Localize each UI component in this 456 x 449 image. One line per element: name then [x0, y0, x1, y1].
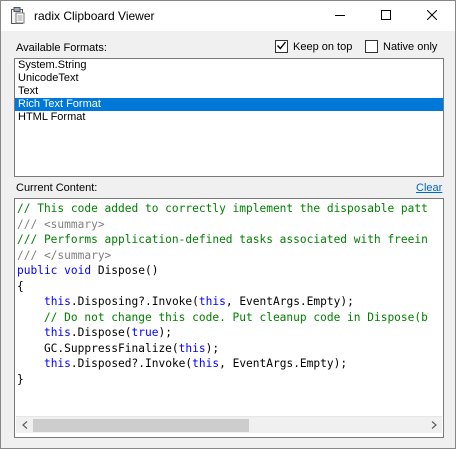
- code-token: /// </summary>: [17, 248, 112, 262]
- format-item[interactable]: Text: [15, 85, 443, 98]
- minimize-icon: [335, 10, 345, 23]
- code-line: {: [17, 279, 442, 295]
- code-token: true: [131, 326, 159, 339]
- format-item[interactable]: System.String: [15, 59, 443, 72]
- code-line: /// <summary>: [17, 217, 442, 233]
- format-item[interactable]: UnicodeText: [15, 72, 443, 85]
- code-line: public void Dispose(): [17, 263, 442, 279]
- code-token: // This code added to correctly implemen…: [17, 202, 428, 215]
- code-line: this.Disposing?.Invoke(this, EventArgs.E…: [17, 294, 442, 310]
- code-line: /// Performs application-defined tasks a…: [17, 232, 442, 248]
- code-line: // This code added to correctly implemen…: [17, 201, 442, 217]
- window-title: radix Clipboard Viewer: [34, 9, 155, 23]
- scroll-left-arrow-icon: [21, 420, 28, 432]
- code-token: .Dispose(: [70, 326, 132, 339]
- scroll-left-button[interactable]: [16, 417, 33, 434]
- keep-on-top-check-box[interactable]: [275, 40, 288, 53]
- code-token: this: [43, 326, 71, 339]
- close-button[interactable]: [409, 1, 455, 31]
- code-token: Dispose(): [91, 264, 159, 277]
- code-token: , EventArgs.Empty);: [225, 295, 354, 308]
- code-token: }: [17, 372, 24, 386]
- close-icon: [426, 9, 438, 23]
- code-line: this.Disposed?.Invoke(this, EventArgs.Em…: [17, 356, 442, 372]
- code-line: // Do not change this code. Put cleanup …: [17, 310, 442, 326]
- clear-link[interactable]: Clear: [416, 182, 442, 194]
- format-item-selected[interactable]: Rich Text Format: [15, 98, 443, 111]
- code-token: );: [158, 326, 172, 339]
- maximize-icon: [381, 9, 391, 23]
- available-formats-label: Available Formats:: [16, 42, 107, 54]
- code-token: public void: [17, 264, 92, 277]
- title-bar[interactable]: radix Clipboard Viewer: [1, 1, 455, 31]
- formats-list[interactable]: System.String UnicodeText Text Rich Text…: [14, 58, 444, 177]
- native-only-checkbox[interactable]: Native only: [365, 40, 437, 53]
- code-token: , EventArgs.Empty);: [219, 357, 348, 370]
- code-token: .Disposing?.Invoke(: [70, 295, 199, 308]
- code-token: /// <summary>: [17, 217, 105, 231]
- code-token: GC.SuppressFinalize(: [17, 341, 179, 355]
- maximize-button[interactable]: [363, 1, 409, 31]
- scroll-right-arrow-icon: [431, 420, 437, 432]
- scrollbar-thumb[interactable]: [33, 419, 249, 432]
- code-token: {: [17, 279, 24, 293]
- horizontal-scrollbar[interactable]: [16, 416, 442, 433]
- code-token: this: [178, 341, 206, 355]
- code-token: this: [43, 357, 71, 370]
- code-token: .Disposed?.Invoke(: [70, 357, 193, 370]
- code-content[interactable]: // This code added to correctly implemen…: [17, 201, 442, 414]
- content-viewer[interactable]: // This code added to correctly implemen…: [14, 198, 444, 438]
- native-only-label: Native only: [383, 40, 438, 53]
- code-token: /// Performs application-defined tasks a…: [17, 233, 428, 246]
- code-line: GC.SuppressFinalize(this);: [17, 341, 442, 357]
- code-line: this.Dispose(true);: [17, 325, 442, 341]
- scroll-right-button[interactable]: [425, 417, 442, 434]
- code-token: );: [205, 341, 220, 355]
- code-line: }: [17, 372, 442, 388]
- code-token: this: [198, 295, 226, 308]
- format-item[interactable]: HTML Format: [15, 111, 443, 124]
- clipboard-icon: [10, 7, 26, 25]
- code-token: this: [43, 295, 71, 308]
- clipboard-viewer-window: radix Clipboard Viewer Available Formats…: [0, 0, 456, 449]
- code-token: this: [192, 357, 220, 370]
- code-token: // Do not change this code. Put cleanup …: [17, 310, 428, 324]
- native-only-check-box[interactable]: [365, 40, 378, 53]
- minimize-button[interactable]: [317, 1, 363, 31]
- current-content-label: Current Content:: [16, 182, 98, 194]
- checkmark-icon: [276, 40, 287, 54]
- keep-on-top-label: Keep on top: [293, 40, 353, 53]
- code-line: /// </summary>: [17, 248, 442, 264]
- keep-on-top-checkbox[interactable]: Keep on top: [275, 40, 352, 53]
